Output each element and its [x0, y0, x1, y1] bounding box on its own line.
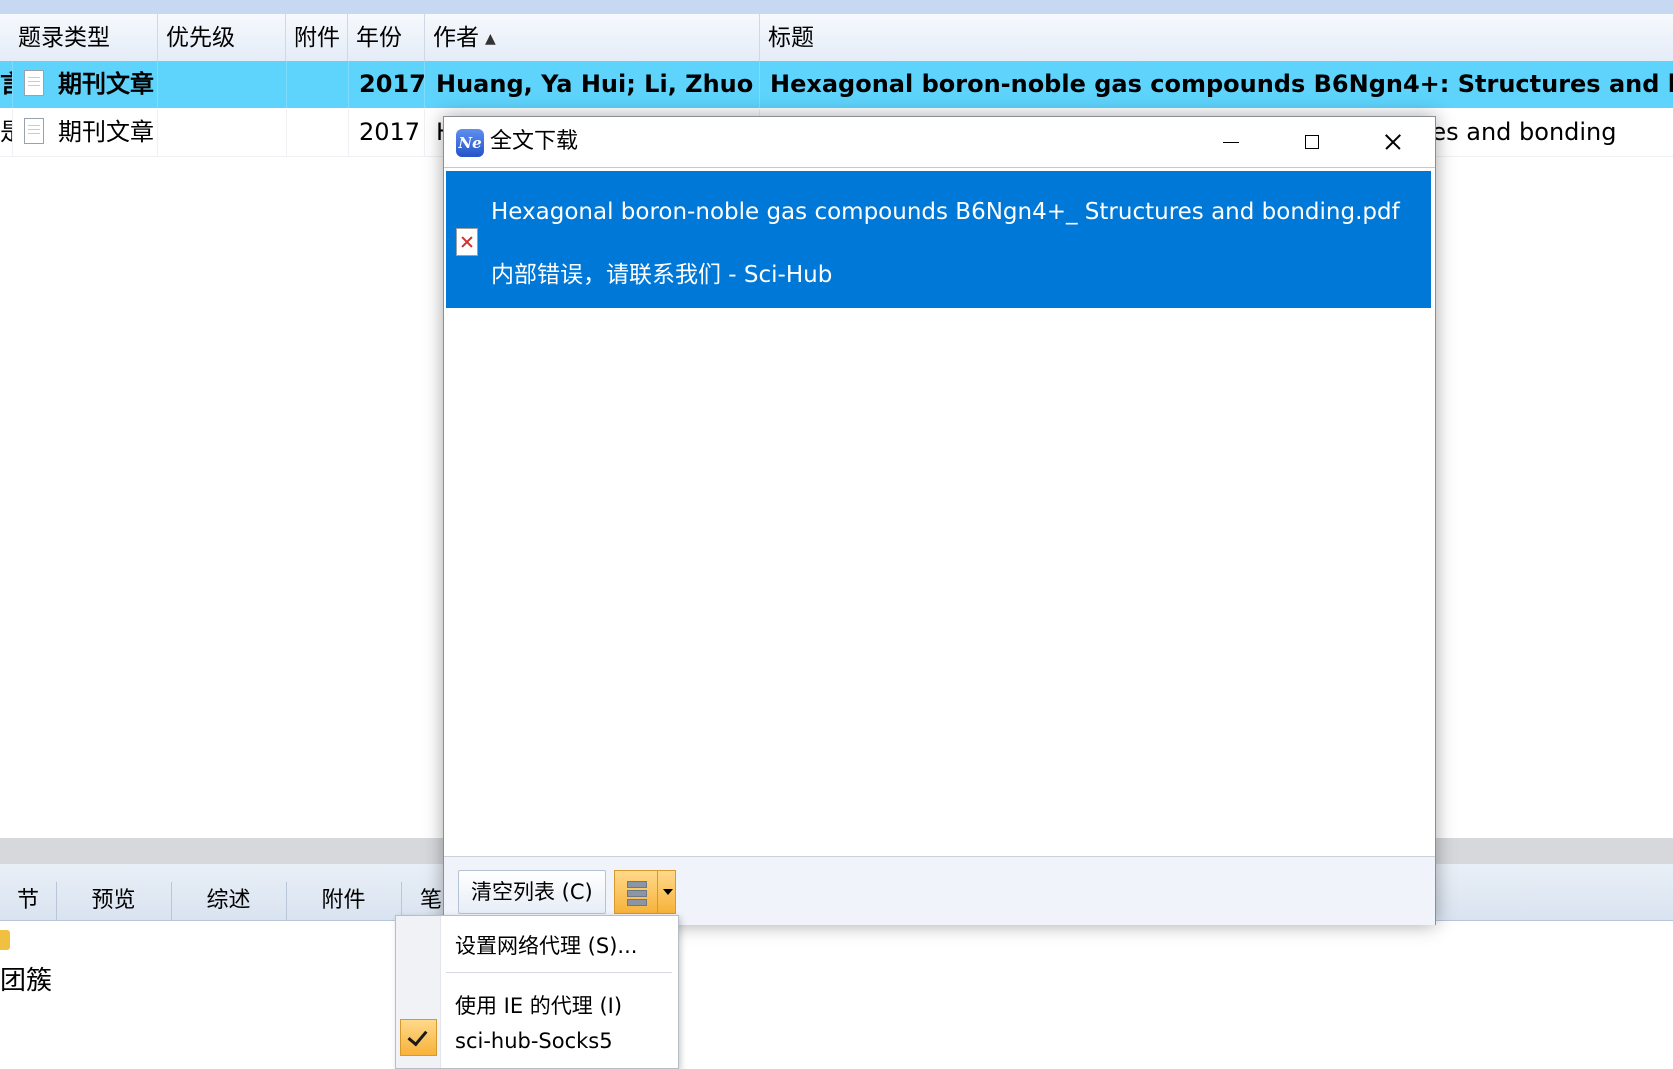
row-type: 期刊文章 [12, 109, 158, 156]
dialog-title: 全文下载 [490, 129, 579, 154]
minimize-button[interactable] [1191, 117, 1271, 167]
row-title: Hexagonal boron-noble gas compounds B6Ng… [770, 70, 1673, 98]
document-icon [24, 70, 44, 96]
folder-icon [0, 930, 10, 950]
download-filename: Hexagonal boron-noble gas compounds B6Ng… [491, 199, 1400, 225]
row-year: 2017 [348, 61, 425, 108]
chevron-down-icon[interactable] [657, 871, 677, 913]
dialog-titlebar[interactable]: Ne 全文下载 [444, 117, 1435, 168]
tab-section[interactable]: 节 [0, 882, 57, 920]
menu-item-set-proxy[interactable]: 设置网络代理 (S)... [455, 930, 637, 960]
row-title: res and bonding [1422, 118, 1617, 146]
col-header-type[interactable]: 题录类型 [10, 14, 158, 62]
tree-item-label[interactable]: 团簇 [0, 960, 52, 997]
download-status: 内部错误，请联系我们 - Sci-Hub [491, 262, 833, 288]
proxy-split-button[interactable] [614, 870, 676, 914]
pdf-error-icon [456, 228, 478, 256]
maximize-button[interactable] [1272, 117, 1352, 167]
tab-summary[interactable]: 综述 [171, 882, 287, 920]
menu-item-sci-hub-socks5[interactable]: sci-hub-Socks5 [455, 1029, 613, 1053]
tab-preview[interactable]: 预览 [56, 882, 172, 920]
row-author: Huang, Ya Hui; Li, Zhuo Zh. [425, 61, 760, 108]
server-icon [627, 881, 647, 906]
table-row[interactable]: 言 期刊文章 2017 Huang, Ya Hui; Li, Zhuo Zh. … [0, 61, 1673, 108]
download-list-item[interactable]: Hexagonal boron-noble gas compounds B6Ng… [446, 171, 1431, 308]
column-header-bar: 题录类型 优先级 附件 年份 作者 ▲ 标题 [0, 14, 1673, 63]
top-strip [0, 0, 1673, 14]
tab-attachment[interactable]: 附件 [286, 882, 402, 920]
row-priority [158, 61, 287, 108]
close-button[interactable] [1353, 117, 1433, 167]
fulltext-download-dialog: Ne 全文下载 Hexagonal boron-noble gas compou… [443, 116, 1436, 925]
row-attachment [286, 109, 349, 156]
menu-separator [446, 972, 672, 973]
noteexpress-app-icon: Ne [456, 129, 484, 157]
row-type: 期刊文章 [12, 61, 158, 108]
document-icon [24, 118, 44, 144]
row-attachment [286, 61, 349, 108]
col-header-priority[interactable]: 优先级 [158, 14, 286, 62]
menu-item-use-ie-proxy[interactable]: 使用 IE 的代理 (I) [455, 990, 622, 1020]
col-header-title[interactable]: 标题 [760, 14, 1673, 62]
col-header-year[interactable]: 年份 [348, 14, 425, 62]
row-year: 2017 [348, 109, 425, 156]
clear-list-button[interactable]: 清空列表 (C) [458, 870, 606, 914]
proxy-dropdown-menu: 设置网络代理 (S)... 使用 IE 的代理 (I) sci-hub-Sock… [395, 915, 679, 1069]
sort-ascending-icon: ▲ [485, 31, 496, 47]
row-priority [158, 109, 287, 156]
col-header-attachment[interactable]: 附件 [286, 14, 348, 62]
checkmark-icon [400, 1019, 437, 1056]
col-header-author[interactable]: 作者 ▲ [425, 14, 760, 62]
